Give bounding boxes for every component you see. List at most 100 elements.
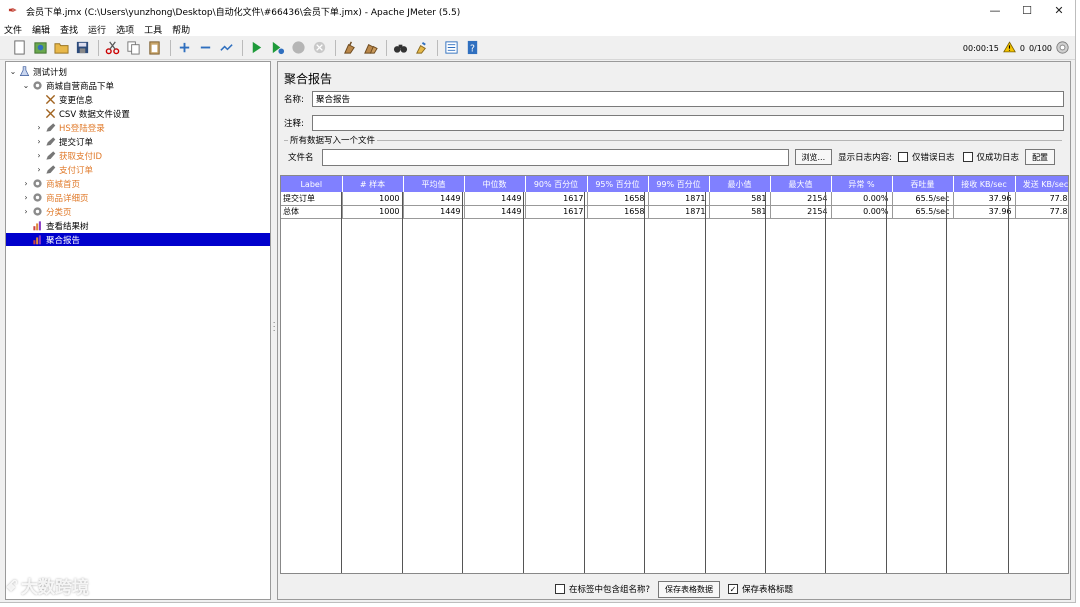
expand-arrow-icon[interactable]: ⌄ bbox=[8, 67, 18, 76]
column-header[interactable]: 异常 % bbox=[831, 176, 893, 192]
toggle-button[interactable] bbox=[217, 39, 235, 57]
tree-node[interactable]: 聚合报告 bbox=[6, 233, 270, 246]
toolbar-separator bbox=[170, 39, 171, 56]
table-row[interactable]: 总体 1000 1449 1449 1617 1658 1871 581 2154 0.00% 65… bbox=[281, 205, 1068, 219]
table-cell: 77.82 bbox=[1015, 192, 1068, 206]
table-row[interactable]: 提交订单 1000 1449 1449 1617 1658 1871 581 2154 0.00%… bbox=[281, 192, 1068, 206]
errors-only-checkbox[interactable] bbox=[898, 152, 909, 162]
menu-run[interactable]: 运行 bbox=[88, 23, 106, 36]
tree-node[interactable]: › 获取支付ID bbox=[6, 149, 102, 162]
tree-node[interactable]: › HS登陆登录 bbox=[6, 121, 105, 134]
expand-arrow-icon[interactable]: › bbox=[34, 165, 44, 174]
column-header[interactable]: # 样本 bbox=[342, 176, 404, 192]
menu-search[interactable]: 查找 bbox=[60, 23, 78, 36]
expand-arrow-icon[interactable]: › bbox=[21, 207, 31, 216]
expand-arrow-icon[interactable]: › bbox=[34, 137, 44, 146]
column-header[interactable]: 90% 百分位 bbox=[525, 176, 588, 192]
expand-button[interactable] bbox=[175, 39, 193, 57]
gear-icon bbox=[31, 80, 43, 92]
panel-title: 聚合报告 bbox=[284, 72, 333, 86]
column-header[interactable]: 接收 KB/sec bbox=[953, 176, 1016, 192]
column-header[interactable]: Label bbox=[281, 176, 343, 192]
shutdown-button[interactable] bbox=[310, 39, 328, 57]
column-header[interactable]: 最小值 bbox=[709, 176, 771, 192]
paste-button[interactable] bbox=[145, 39, 163, 57]
play-icon bbox=[252, 41, 261, 54]
toolbar: ? 00:00:15 0 0/100 bbox=[0, 36, 1075, 60]
stop-icon bbox=[291, 41, 305, 54]
table-cell: 1000 bbox=[342, 192, 404, 206]
close-button[interactable]: ✕ bbox=[1043, 0, 1075, 22]
column-header[interactable]: 中位数 bbox=[464, 176, 526, 192]
pen-icon bbox=[44, 122, 56, 134]
column-header[interactable]: 吞吐量 bbox=[892, 176, 954, 192]
clear-button[interactable] bbox=[340, 39, 358, 57]
scissors-icon bbox=[105, 41, 119, 55]
column-divider bbox=[341, 192, 343, 573]
tree-node[interactable]: › 提交订单 bbox=[6, 135, 93, 148]
configure-button[interactable]: 配置 bbox=[1025, 149, 1056, 165]
start-button[interactable] bbox=[247, 39, 265, 57]
tree-node[interactable]: › 商品详细页 bbox=[6, 191, 88, 204]
expand-arrow-icon[interactable]: › bbox=[21, 179, 31, 188]
filename-input[interactable] bbox=[321, 148, 789, 166]
column-header[interactable]: 平均值 bbox=[403, 176, 465, 192]
table-options-bar: 在标签中包含组名称? 保存表格数据 ✓ 保存表格标题 bbox=[278, 577, 1070, 601]
templates-button[interactable] bbox=[31, 39, 49, 57]
menu-file[interactable]: 文件 bbox=[4, 23, 22, 36]
table-cell: 提交订单 bbox=[281, 192, 343, 206]
comment-input[interactable] bbox=[312, 114, 1064, 131]
expand-arrow-icon[interactable]: › bbox=[34, 123, 44, 132]
tree-node-label: HS登陆登录 bbox=[59, 123, 105, 134]
column-header[interactable]: 95% 百分位 bbox=[587, 176, 649, 192]
column-header[interactable]: 发送 KB/sec bbox=[1015, 176, 1068, 192]
menu-options[interactable]: 选项 bbox=[116, 23, 134, 36]
name-input[interactable] bbox=[312, 90, 1064, 107]
reset-search-button[interactable] bbox=[412, 39, 430, 57]
menu-edit[interactable]: 编辑 bbox=[32, 23, 50, 36]
open-button[interactable] bbox=[52, 39, 70, 57]
tree-node[interactable]: ⌄ 商城自营商品下单 bbox=[6, 79, 114, 92]
function-helper-button[interactable] bbox=[442, 39, 460, 57]
tree-node[interactable]: 查看结果树 bbox=[6, 219, 89, 232]
tree-node[interactable]: › 支付订单 bbox=[6, 163, 93, 176]
include-group-name-checkbox[interactable] bbox=[554, 584, 565, 594]
table-cell: 37.96 bbox=[953, 192, 1016, 206]
search-button[interactable] bbox=[391, 39, 409, 57]
column-divider bbox=[462, 192, 464, 573]
warning-icon[interactable] bbox=[1002, 41, 1016, 55]
maximize-button[interactable]: ☐ bbox=[1011, 0, 1043, 22]
menu-help[interactable]: 帮助 bbox=[172, 23, 190, 36]
menu-tools[interactable]: 工具 bbox=[144, 23, 162, 36]
fileset-legend: 所有数据写入一个文件 bbox=[288, 134, 378, 146]
tree-node[interactable]: 变更信息 bbox=[6, 93, 93, 106]
expand-arrow-icon[interactable]: ⌄ bbox=[21, 81, 31, 90]
browse-button[interactable]: 浏览... bbox=[794, 149, 833, 165]
save-button[interactable] bbox=[73, 39, 91, 57]
tree-node-label: 测试计划 bbox=[33, 67, 68, 78]
column-header[interactable]: 99% 百分位 bbox=[648, 176, 710, 192]
expand-arrow-icon[interactable]: › bbox=[34, 151, 44, 160]
cut-button[interactable] bbox=[103, 39, 121, 57]
collapse-button[interactable] bbox=[196, 39, 214, 57]
expand-arrow-icon[interactable]: › bbox=[21, 193, 31, 202]
column-header[interactable]: 最大值 bbox=[770, 176, 832, 192]
stop-button[interactable] bbox=[289, 39, 307, 57]
column-divider bbox=[825, 192, 827, 573]
tree-node[interactable]: › 分类页 bbox=[6, 205, 71, 218]
success-only-checkbox[interactable] bbox=[962, 152, 973, 162]
tree-node[interactable]: CSV 数据文件设置 bbox=[6, 107, 130, 120]
save-table-header-checkbox[interactable]: ✓ bbox=[728, 584, 738, 594]
save-table-data-button[interactable]: 保存表格数据 bbox=[658, 580, 720, 598]
column-divider bbox=[583, 192, 585, 573]
toolbar-separator bbox=[335, 39, 336, 56]
minimize-button[interactable]: — bbox=[979, 0, 1011, 22]
new-button[interactable] bbox=[10, 39, 28, 57]
clear-all-button[interactable] bbox=[361, 39, 379, 57]
start-no-pause-button[interactable] bbox=[268, 39, 286, 57]
tree-node[interactable]: › 商城首页 bbox=[6, 177, 80, 190]
tree-node[interactable]: ⌄ 测试计划 bbox=[6, 65, 67, 78]
copy-button[interactable] bbox=[124, 39, 142, 57]
copy-icon bbox=[126, 41, 140, 55]
help-button[interactable]: ? bbox=[463, 39, 481, 57]
